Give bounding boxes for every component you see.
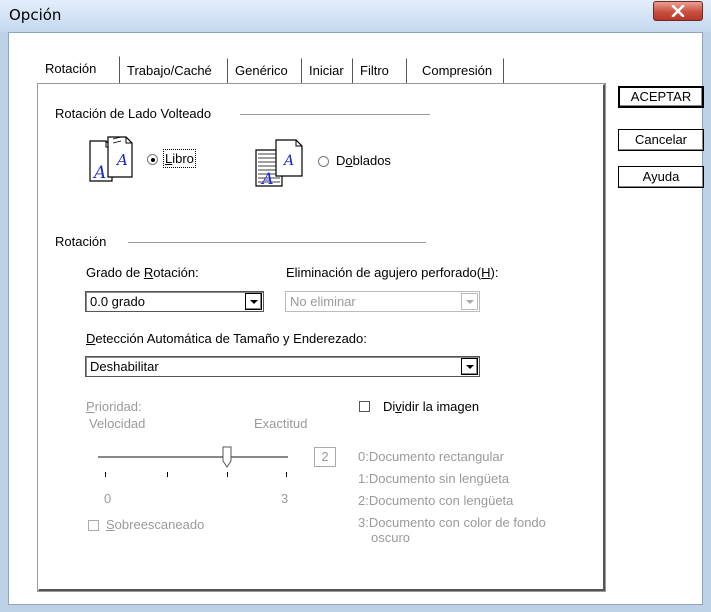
legend-item-2: 2:Documento con lengüeta <box>358 493 514 508</box>
chevron-down-icon <box>250 300 258 304</box>
title-bar: Opción <box>0 0 711 32</box>
flip-group-divider <box>240 114 430 116</box>
close-button[interactable] <box>653 1 703 21</box>
chevron-down-icon <box>466 300 474 304</box>
radio-libro[interactable] <box>147 154 158 165</box>
tab-filtro[interactable]: Filtro <box>353 58 407 84</box>
degree-select[interactable]: 0.0 grado <box>85 291 264 312</box>
legend-item-1: 1:Documento sin lengüeta <box>358 471 510 486</box>
radio-doblados[interactable] <box>318 156 329 167</box>
auto-detect-select-arrow[interactable] <box>461 358 478 375</box>
slider-tick <box>167 472 168 477</box>
speed-label: Velocidad <box>89 416 146 431</box>
tab-rotacion[interactable]: Rotación <box>38 56 120 86</box>
overscan-label: Sobreescaneado <box>106 517 205 532</box>
accept-button[interactable]: ACEPTAR <box>618 86 704 108</box>
priority-label: Prioridad: <box>86 399 142 414</box>
legend-item-3-continued: oscuro <box>371 530 411 545</box>
degree-label: Grado de Rotación: <box>86 265 199 280</box>
book-icon: A A <box>89 136 133 183</box>
close-icon <box>671 5 685 17</box>
help-button[interactable]: Ayuda <box>618 166 704 188</box>
tab-trabajo-cache[interactable]: Trabajo/Caché <box>120 58 228 84</box>
punch-removal-select-value: No eliminar <box>290 294 356 309</box>
degree-select-arrow[interactable] <box>245 293 262 310</box>
slider-track <box>98 456 288 459</box>
slider-max-label: 3 <box>281 491 289 506</box>
slider-thumb[interactable] <box>222 446 233 468</box>
slider-tick <box>105 472 106 477</box>
auto-detect-label: Detección Automática de Tamaño y Enderez… <box>86 331 367 346</box>
rotation-group-divider <box>128 242 426 244</box>
auto-detect-select-value: Deshabilitar <box>90 359 159 374</box>
folded-document-icon: A A <box>255 139 303 188</box>
split-image-label: Dividir la imagen <box>383 399 480 414</box>
flip-group-title: Rotación de Lado Volteado <box>55 106 212 121</box>
svg-text:A: A <box>282 153 294 169</box>
radio-libro-label: Libro <box>163 149 196 168</box>
radio-doblados-label: Doblados <box>336 153 391 168</box>
tab-compresion[interactable]: Compresión <box>407 58 504 84</box>
accuracy-label: Exactitud <box>254 416 308 431</box>
tab-label: Trabajo/Caché <box>127 63 212 78</box>
tab-label: Rotación <box>45 61 97 76</box>
tab-iniciar[interactable]: Iniciar <box>302 58 353 84</box>
auto-detect-select[interactable]: Deshabilitar <box>85 356 480 377</box>
svg-text:A: A <box>92 163 106 183</box>
priority-slider[interactable] <box>98 446 294 478</box>
legend-item-3: 3:Documento con color de fondo <box>358 515 546 530</box>
punch-removal-label: Eliminación de agujero perforado(H): <box>286 265 499 280</box>
tab-label: Compresión <box>422 63 493 78</box>
punch-removal-select[interactable]: No eliminar <box>285 291 480 312</box>
slider-value-box: 2 <box>314 447 336 467</box>
window-title: Opción <box>9 6 62 24</box>
chevron-down-icon <box>466 365 474 369</box>
tab-label: Genérico <box>235 63 288 78</box>
punch-removal-select-arrow[interactable] <box>461 293 478 310</box>
svg-text:A: A <box>115 151 128 169</box>
split-image-checkbox[interactable] <box>359 401 370 412</box>
tab-generico[interactable]: Genérico <box>228 58 302 84</box>
svg-text:A: A <box>260 169 274 188</box>
tab-label: Filtro <box>360 63 389 78</box>
legend-item-0: 0:Documento rectangular <box>358 449 504 464</box>
slider-tick <box>286 472 287 477</box>
overscan-checkbox[interactable] <box>88 520 99 531</box>
slider-min-label: 0 <box>104 491 112 506</box>
degree-select-value: 0.0 grado <box>90 294 145 309</box>
tab-label: Iniciar <box>309 63 344 78</box>
dialog-window: Opción Rotación Trabajo/Caché Genérico I… <box>0 0 711 612</box>
rotation-group-title: Rotación <box>55 234 107 249</box>
cancel-button[interactable]: Cancelar <box>618 129 704 151</box>
slider-tick <box>227 472 228 477</box>
